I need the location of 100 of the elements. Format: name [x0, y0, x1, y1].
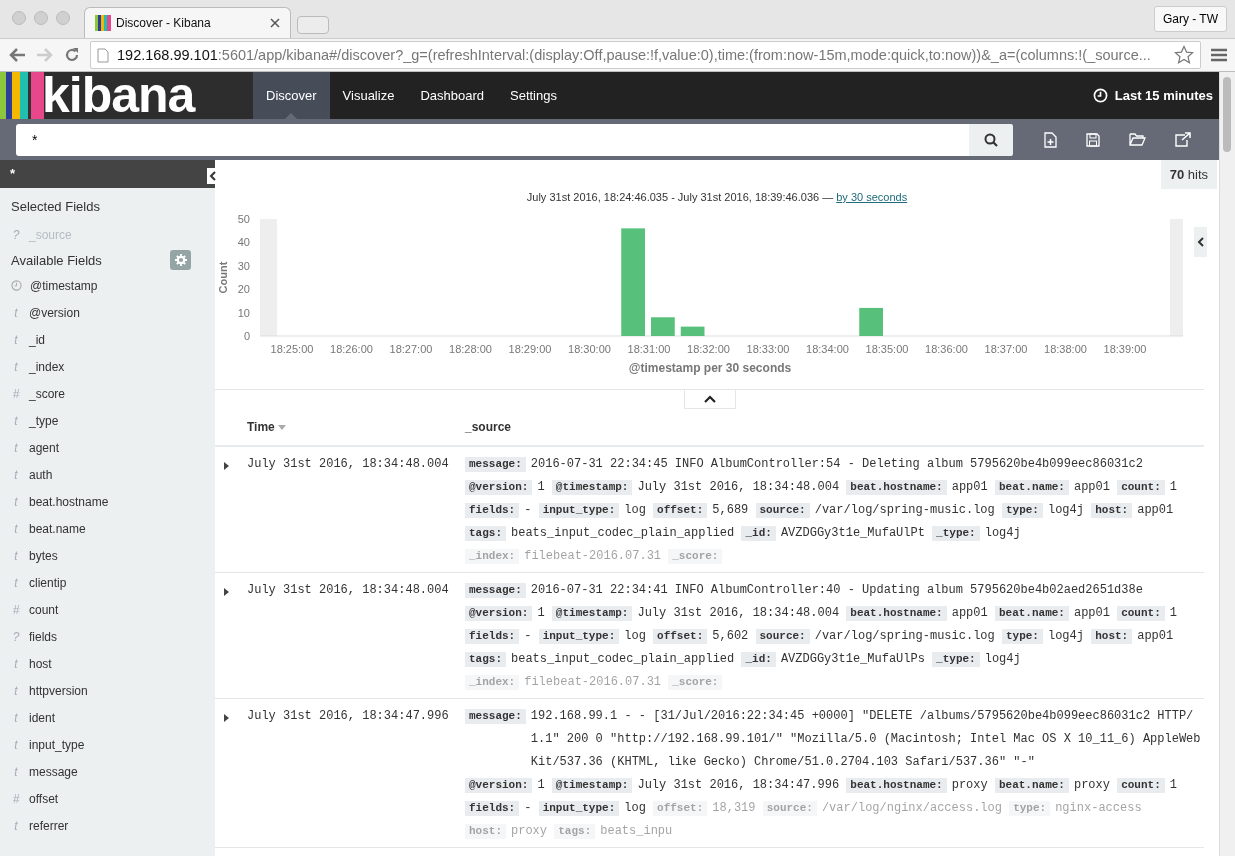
- time-cell-text: July 31st 2016, 18:34:48.004: [246, 456, 450, 473]
- column-header[interactable]: Time: [247, 420, 275, 434]
- field-value: log: [624, 628, 646, 645]
- field-value: July 31st 2016, 18:34:48.004: [637, 479, 840, 496]
- field-value: log4j: [1047, 628, 1084, 645]
- kibana-logo-icon: [95, 15, 111, 31]
- field-item[interactable]: t clientip: [0, 569, 215, 596]
- field-key: type:: [1001, 629, 1043, 644]
- toggle-chart-button[interactable]: [683, 390, 736, 409]
- field-value: log: [624, 502, 646, 519]
- reload-icon[interactable]: [64, 47, 80, 63]
- nav-tab[interactable]: Settings: [497, 72, 570, 119]
- browser-tab[interactable]: Discover - Kibana: [84, 7, 291, 38]
- x-tick-label: 18:26:00: [330, 343, 373, 355]
- field-item[interactable]: t httpversion: [0, 677, 215, 704]
- y-tick-label: 20: [237, 283, 250, 296]
- new-document-icon[interactable]: [1044, 131, 1057, 148]
- field-type-icon: t: [11, 305, 21, 320]
- field-key: input_type:: [538, 629, 620, 644]
- close-icon[interactable]: [270, 18, 280, 28]
- profile-button[interactable]: Gary - TW: [1153, 6, 1227, 32]
- field-item[interactable]: t auth: [0, 461, 215, 488]
- settings-button[interactable]: [170, 250, 191, 270]
- search-button[interactable]: [969, 123, 1013, 156]
- field-value: 5,689: [712, 502, 749, 519]
- field-type-icon: t: [11, 413, 21, 428]
- page-icon: [97, 47, 109, 63]
- kibana-logo[interactable]: kibana: [0, 72, 253, 119]
- field-item[interactable]: t _id: [0, 326, 215, 353]
- field-item[interactable]: t ident: [0, 704, 215, 731]
- field-key: tags:: [465, 652, 506, 667]
- field-key: fields:: [465, 629, 520, 644]
- field-type-icon: ?: [11, 228, 21, 242]
- field-value: nginx-access: [1055, 800, 1142, 817]
- nav-tab[interactable]: Dashboard: [407, 72, 497, 119]
- field-key: count:: [1117, 606, 1165, 621]
- expand-caret-icon[interactable]: [224, 462, 229, 470]
- expand-caret-icon[interactable]: [224, 588, 229, 596]
- folder-icon[interactable]: [1129, 133, 1146, 146]
- star-icon[interactable]: [1174, 45, 1194, 65]
- field-type-icon: #: [11, 602, 21, 617]
- x-tick-label: 18:33:00: [746, 343, 790, 355]
- field-key: _index:: [465, 675, 520, 690]
- sort-caret-icon[interactable]: [277, 424, 286, 430]
- x-tick-label: 18:34:00: [806, 343, 849, 355]
- back-arrow-icon[interactable]: [8, 47, 26, 63]
- field-item[interactable]: t _index: [0, 353, 215, 380]
- y-axis-label: Count: [217, 261, 229, 294]
- field-key: @version:: [465, 606, 533, 621]
- interval-link[interactable]: by 30 seconds: [836, 191, 908, 203]
- field-item[interactable]: t message: [0, 758, 215, 785]
- field-key: count:: [1117, 778, 1165, 793]
- field-value: -: [524, 502, 532, 519]
- field-item[interactable]: # offset: [0, 785, 215, 812]
- field-item[interactable]: t referrer: [0, 812, 215, 839]
- save-icon[interactable]: [1086, 132, 1100, 147]
- field-item[interactable]: t beat.name: [0, 515, 215, 542]
- nav-tab[interactable]: Discover: [253, 72, 330, 119]
- field-value: log: [624, 800, 646, 817]
- address-field[interactable]: 192.168.99.101:5601/app/kibana#/discover?_g=(refreshInterval:(display:Off,pause:!f,value:0),time:(from:now-15m,mode:quick,to:now))&_a=(columns:!(_source...: [90, 41, 1201, 69]
- search-field[interactable]: *: [16, 123, 1013, 156]
- field-item[interactable]: t _type: [0, 407, 215, 434]
- x-tick-label: 18:28:00: [449, 343, 492, 355]
- index-pattern-bar[interactable]: *: [0, 160, 215, 188]
- field-item[interactable]: t host: [0, 650, 215, 677]
- field-item[interactable]: t beat.hostname: [0, 488, 215, 515]
- y-tick-label: 40: [237, 236, 250, 249]
- field-value: 1: [537, 777, 545, 794]
- field-type-icon: t: [11, 440, 21, 455]
- share-icon[interactable]: [1175, 132, 1191, 147]
- field-item[interactable]: t @version: [0, 299, 215, 326]
- field-key: input_type:: [538, 503, 620, 518]
- nav-tab[interactable]: Visualize: [329, 72, 408, 119]
- collapse-chart-button[interactable]: [1194, 227, 1207, 257]
- menu-icon[interactable]: [1211, 48, 1227, 62]
- field-item[interactable]: t bytes: [0, 542, 215, 569]
- field-value: /var/log/spring-music.log: [814, 628, 995, 645]
- field-item[interactable]: ? fields: [0, 623, 215, 650]
- gear-icon: [174, 254, 187, 266]
- scrollbar[interactable]: [1219, 72, 1235, 856]
- expand-caret-icon[interactable]: [224, 714, 229, 722]
- field-value: 1: [1169, 479, 1177, 496]
- field-value: log4j: [984, 651, 1021, 668]
- section-heading: Selected Fields: [10, 198, 101, 216]
- clock-icon: [1092, 88, 1108, 103]
- field-value: app01: [951, 605, 988, 622]
- field-key: beat.hostname:: [846, 480, 947, 495]
- field-item[interactable]: # count: [0, 596, 215, 623]
- field-item[interactable]: t input_type: [0, 731, 215, 758]
- section-heading: Available Fields: [11, 252, 102, 268]
- time-picker[interactable]: Last 15 minutes: [1092, 72, 1219, 119]
- field-type-icon: t: [11, 656, 21, 671]
- field-key: _id:: [741, 526, 776, 541]
- field-item[interactable]: @timestamp: [0, 272, 215, 299]
- field-item[interactable]: t agent: [0, 434, 215, 461]
- x-tick-label: 18:27:00: [389, 343, 433, 355]
- field-item[interactable]: # _score: [0, 380, 215, 407]
- search-icon: [984, 132, 998, 147]
- time-cell-text: July 31st 2016, 18:34:48.004: [246, 582, 450, 599]
- collapse-sidebar-button[interactable]: [207, 168, 217, 184]
